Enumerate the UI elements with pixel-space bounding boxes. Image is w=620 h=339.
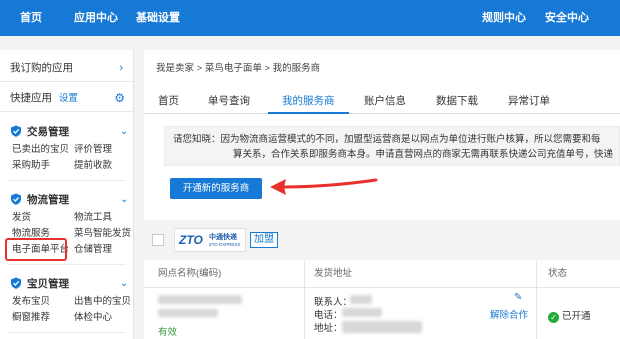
shield-icon (11, 193, 21, 205)
provider-card: ZTO 中通快递 ZTO EXPRESS 加盟 网点名称(编码) 发货地址 状态… (144, 220, 620, 339)
sidebar-section-trade[interactable]: 交易管理 ⌄ (10, 124, 128, 140)
column-header-outlet: 网点名称(编码) (158, 268, 222, 279)
breadcrumb: 我是卖家 > 菜鸟电子面单 > 我的服务商 (156, 63, 321, 74)
tab-abnormal-orders[interactable]: 异常订单 (508, 88, 550, 114)
red-arrow-annotation (270, 178, 378, 195)
outlet-code-redacted (158, 309, 218, 317)
check-circle-icon: ✓ (548, 312, 559, 323)
shield-icon (11, 125, 21, 137)
phone-label: 电话： (314, 310, 343, 321)
address-label: 地址： (314, 323, 343, 334)
quick-apps-label: 快捷应用 (10, 92, 52, 104)
nav-basic-settings[interactable]: 基础设置 (136, 0, 180, 36)
notice-line-2: 算关系，合作关系即服务商本身。申请直营网点的商家无需再联系快递公司充值单号，快递 (233, 149, 614, 160)
sidebar-divider (8, 180, 126, 181)
chevron-down-icon: ⌄ (120, 126, 129, 137)
section-title-logistics: 物流管理 (27, 194, 69, 206)
phone-redacted (342, 308, 382, 317)
nav-app-center[interactable]: 应用中心 (74, 0, 118, 36)
chevron-down-icon: ⌄ (120, 194, 129, 205)
sidebar-item-showcase[interactable]: 橱窗推荐 (12, 311, 50, 325)
sidebar-divider (8, 332, 126, 333)
section-title-goods: 宝贝管理 (27, 278, 69, 290)
chevron-right-icon: › (119, 62, 123, 74)
tab-home[interactable]: 首页 (158, 88, 179, 114)
logo-mark: ZTO (179, 233, 203, 247)
top-nav: 首页 应用中心 基础设置 规则中心 安全中心 (0, 0, 620, 36)
status-opened: ✓ 已开通 (548, 308, 591, 323)
cancel-cooperation-link[interactable]: 解除合作 (490, 307, 528, 321)
select-checkbox[interactable] (152, 234, 164, 246)
contact-redacted (350, 295, 372, 304)
sidebar-item-cainiao-smart-ship[interactable]: 菜鸟智能发货 (74, 227, 131, 241)
sidebar-subscribed-apps[interactable]: 我订购的应用 › (0, 54, 133, 82)
sidebar-divider (8, 264, 126, 265)
gear-icon[interactable]: ⚙ (114, 84, 125, 112)
chevron-down-icon: ⌄ (120, 278, 129, 289)
sidebar-item-ship[interactable]: 发货 (12, 211, 31, 225)
sidebar-section-goods[interactable]: 宝贝管理 ⌄ (10, 276, 128, 292)
notice-box: 请您知晓：因为物流商运营模式的不同，加盟型运营商是以网点为单位进行账户核算，所以… (164, 126, 620, 166)
column-header-address: 发货地址 (314, 268, 353, 279)
column-divider (304, 260, 305, 339)
table-header: 网点名称(编码) 发货地址 状态 (144, 260, 620, 288)
provider-card-header: ZTO 中通快递 ZTO EXPRESS 加盟 (144, 220, 620, 260)
nav-home[interactable]: 首页 (20, 0, 42, 36)
logo-cn-text: 中通快递 (209, 234, 237, 241)
main-panel: 我是卖家 > 菜鸟电子面单 > 我的服务商 首页 单号查询 我的服务商 账户信息… (144, 50, 620, 339)
sidebar-item-purchase-assistant[interactable]: 采购助手 (12, 159, 50, 173)
open-new-provider-button[interactable]: 开通新的服务商 (170, 178, 262, 199)
sidebar-quick-apps: 快捷应用 设置 ⚙ (0, 84, 133, 112)
tab-account-info[interactable]: 账户信息 (364, 88, 406, 114)
edit-icon[interactable]: ✎ (514, 292, 522, 303)
sidebar: 我订购的应用 › 快捷应用 设置 ⚙ 交易管理 ⌄ 已卖出的宝贝 评价管理 采购… (0, 50, 134, 339)
nav-rules-center[interactable]: 规则中心 (482, 0, 526, 36)
tab-my-providers[interactable]: 我的服务商 (268, 88, 349, 114)
highlight-annotation-box (5, 238, 67, 261)
column-divider (536, 260, 537, 339)
franchise-tag: 加盟 (250, 232, 278, 248)
status-opened-label: 已开通 (562, 311, 591, 322)
quick-apps-settings-link[interactable]: 设置 (59, 93, 78, 104)
sidebar-item-sold-goods[interactable]: 已卖出的宝贝 (12, 143, 69, 157)
contact-label: 联系人： (314, 297, 353, 308)
outlet-status-valid: 有效 (158, 327, 178, 338)
outlet-name-redacted (158, 295, 242, 304)
sidebar-item-review-mgmt[interactable]: 评价管理 (74, 143, 112, 157)
nav-security-center[interactable]: 安全中心 (545, 0, 589, 36)
tab-data-download[interactable]: 数据下载 (436, 88, 478, 114)
sidebar-item-publish-goods[interactable]: 发布宝贝 (12, 295, 50, 309)
shield-icon (11, 277, 21, 289)
sidebar-item-early-payment[interactable]: 提前收款 (74, 159, 112, 173)
sidebar-item-logistics-tools[interactable]: 物流工具 (74, 211, 112, 225)
section-title-trade: 交易管理 (27, 126, 69, 138)
zto-express-logo: ZTO 中通快递 ZTO EXPRESS (174, 228, 246, 252)
sidebar-section-logistics[interactable]: 物流管理 ⌄ (10, 192, 128, 208)
sidebar-item-warehouse-mgmt[interactable]: 仓储管理 (74, 243, 112, 257)
sidebar-item-health-check[interactable]: 体检中心 (74, 311, 112, 325)
logo-en-text: ZTO EXPRESS (209, 242, 241, 247)
tab-tracking-query[interactable]: 单号查询 (208, 88, 250, 114)
notice-line-1: 请您知晓：因为物流商运营模式的不同，加盟型运营商是以网点为单位进行账户核算，所以… (173, 134, 601, 145)
column-header-status: 状态 (548, 268, 568, 279)
subscribed-apps-label: 我订购的应用 (10, 62, 73, 74)
sidebar-item-goods-on-sale[interactable]: 出售中的宝贝 (74, 295, 131, 309)
address-redacted (342, 321, 422, 333)
tab-bar: 首页 单号查询 我的服务商 账户信息 数据下载 异常订单 (144, 88, 620, 114)
